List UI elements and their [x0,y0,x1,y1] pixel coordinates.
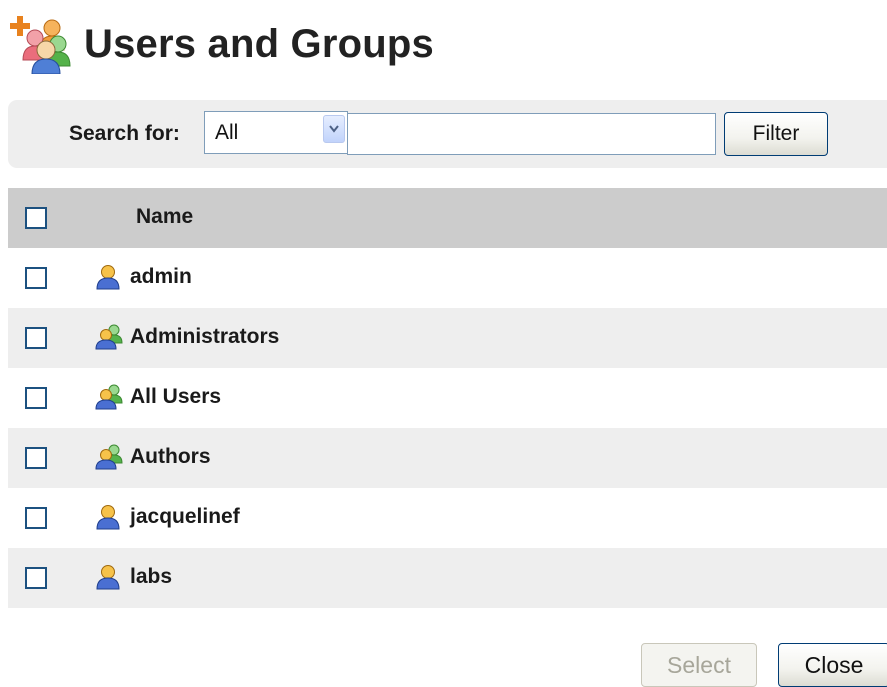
select-all-checkbox[interactable] [25,207,47,229]
search-bar: Search for: All Filter [8,100,887,168]
table-row[interactable]: jacquelinef [8,488,887,548]
row-checkbox[interactable] [25,447,47,469]
row-name: admin [130,265,192,288]
search-label: Search for: [69,122,180,145]
row-checkbox[interactable] [25,507,47,529]
row-name: All Users [130,385,222,408]
table-row[interactable]: All Users [8,368,887,428]
user-icon [95,504,125,530]
row-name: Authors [130,445,211,468]
user-icon [95,564,125,590]
table-header-row: Name [8,188,887,248]
table-row[interactable]: admin [8,248,887,308]
group-icon [95,444,125,470]
user-icon [95,264,125,290]
dropdown-arrow-button[interactable] [323,115,345,143]
filter-button[interactable]: Filter [724,112,828,156]
group-icon [95,384,125,410]
page-title: Users and Groups [84,21,434,66]
table-row[interactable]: Administrators [8,308,887,368]
search-scope-value: All [215,121,239,144]
row-name: labs [130,565,173,588]
row-checkbox[interactable] [25,327,47,349]
table-row[interactable]: Authors [8,428,887,488]
row-name: jacquelinef [130,505,240,528]
close-button[interactable]: Close [778,643,887,687]
row-checkbox[interactable] [25,387,47,409]
search-scope-dropdown[interactable]: All [204,111,348,154]
group-icon [95,324,125,350]
chevron-down-icon [329,125,339,133]
row-checkbox[interactable] [25,567,47,589]
select-button[interactable]: Select [641,643,757,687]
row-name: Administrators [130,325,280,348]
title-bar: Users and Groups [8,12,434,76]
name-column-header[interactable]: Name [136,205,193,229]
row-checkbox[interactable] [25,267,47,289]
users-groups-table: Name admin Administrators All Users Auth… [8,188,887,608]
search-input[interactable] [347,113,716,155]
users-groups-add-icon [8,14,74,75]
table-row[interactable]: labs [8,548,887,608]
